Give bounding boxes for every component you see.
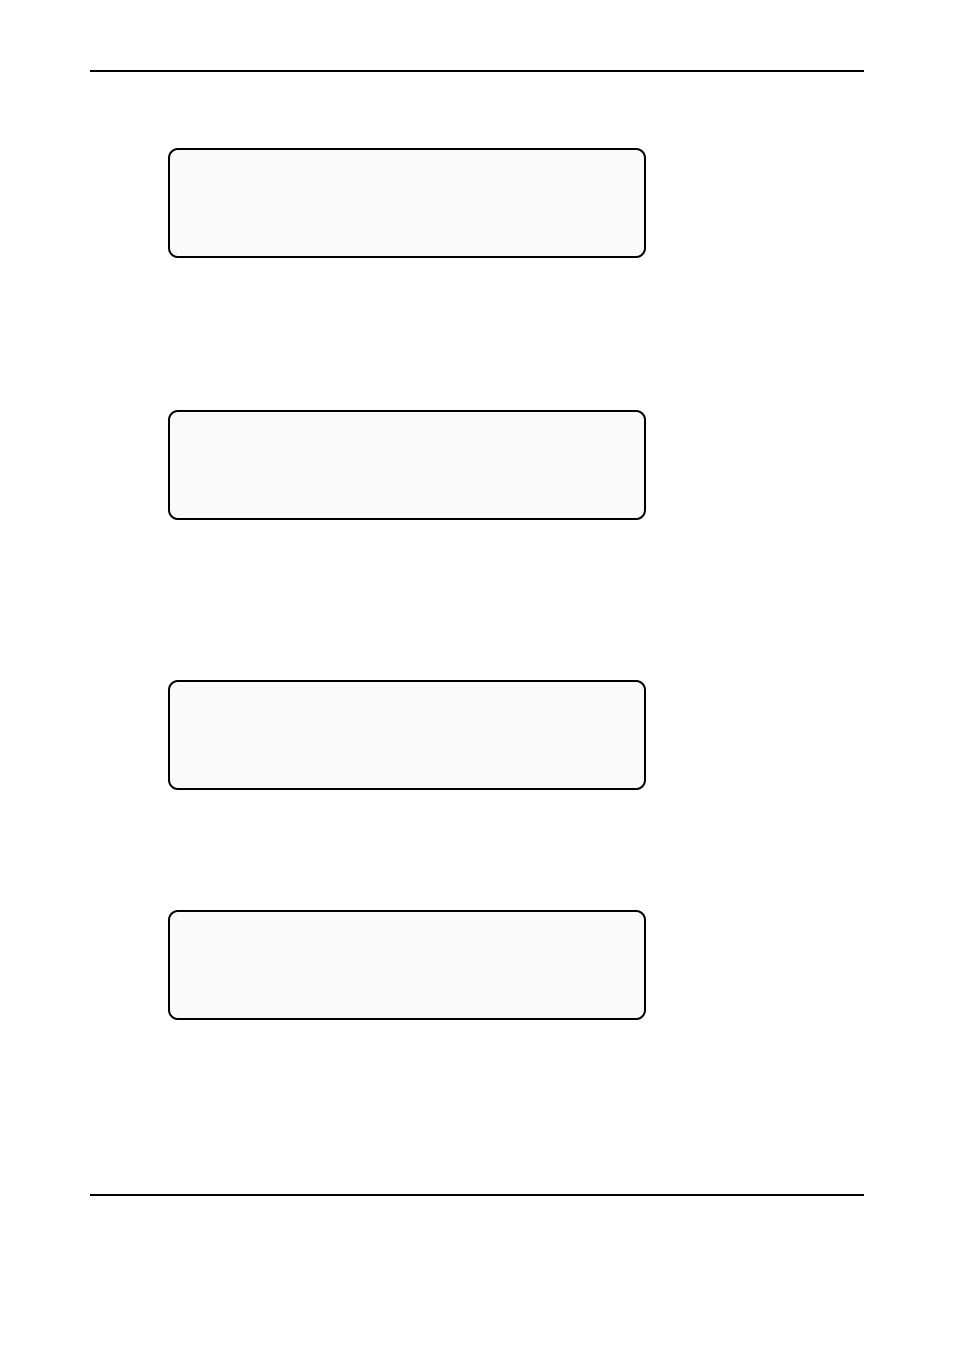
box-2	[168, 410, 646, 520]
top-rule	[90, 70, 864, 72]
document-page	[0, 0, 954, 1350]
bottom-rule	[90, 1194, 864, 1196]
box-3	[168, 680, 646, 790]
box-4	[168, 910, 646, 1020]
box-1	[168, 148, 646, 258]
